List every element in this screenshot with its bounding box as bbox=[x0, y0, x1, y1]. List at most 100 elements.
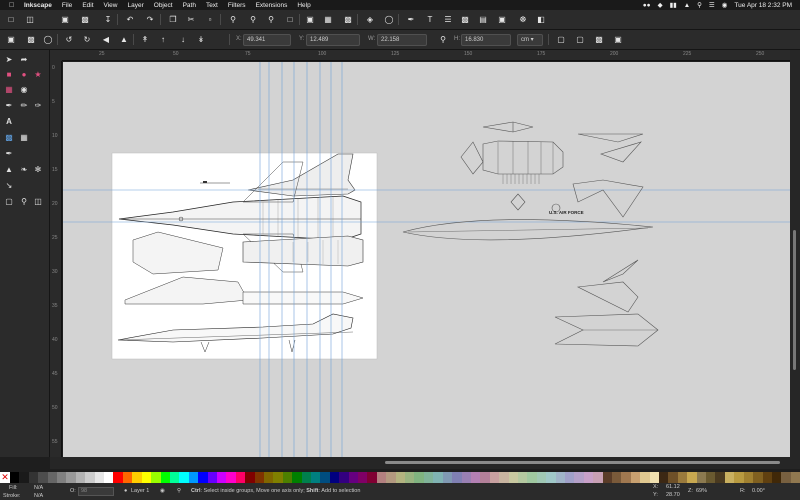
cut-icon[interactable]: ✂ bbox=[186, 14, 196, 24]
palette-swatch[interactable] bbox=[19, 472, 29, 483]
scale-stroke-icon[interactable]: ▢ bbox=[556, 34, 566, 44]
palette-swatch[interactable] bbox=[367, 472, 377, 483]
text-tool-icon[interactable]: A bbox=[4, 116, 14, 126]
palette-swatch[interactable] bbox=[339, 472, 349, 483]
palette-swatch[interactable] bbox=[517, 472, 528, 483]
palette-swatch[interactable] bbox=[593, 472, 603, 483]
palette-swatch[interactable] bbox=[499, 472, 509, 483]
print-icon[interactable]: ▩ bbox=[80, 14, 90, 24]
menu-edit[interactable]: Edit bbox=[77, 2, 98, 9]
traced-parts[interactable] bbox=[402, 121, 659, 347]
search-icon[interactable]: ⚲ bbox=[697, 1, 702, 9]
palette-swatch[interactable] bbox=[442, 472, 453, 483]
palette-swatch[interactable] bbox=[329, 472, 340, 483]
palette-swatch[interactable] bbox=[423, 472, 434, 483]
palette-swatch[interactable] bbox=[179, 472, 189, 483]
x-coordinate-field[interactable]: 49.341 bbox=[243, 34, 291, 46]
copy-icon[interactable]: ❐ bbox=[168, 14, 178, 24]
palette-swatch[interactable] bbox=[470, 472, 481, 483]
palette-swatch[interactable] bbox=[386, 472, 396, 483]
star-tool-icon[interactable]: ★ bbox=[33, 69, 43, 79]
menu-object[interactable]: Object bbox=[149, 2, 178, 9]
raise-icon[interactable]: ↑ bbox=[158, 34, 168, 44]
pen-tool-icon[interactable]: ✒ bbox=[4, 100, 14, 110]
palette-swatch[interactable] bbox=[235, 472, 246, 483]
opacity-field[interactable]: 98 bbox=[78, 487, 114, 496]
palette-swatch[interactable] bbox=[677, 472, 688, 483]
horizontal-scroll-thumb[interactable] bbox=[385, 461, 780, 464]
palette-swatch[interactable] bbox=[122, 472, 133, 483]
palette-swatch[interactable] bbox=[263, 472, 274, 483]
palette-swatch[interactable] bbox=[734, 472, 744, 483]
mesh-tool-icon[interactable]: ▦ bbox=[19, 132, 29, 142]
palette-swatch[interactable] bbox=[254, 472, 264, 483]
shield-icon[interactable]: ◆ bbox=[658, 1, 663, 9]
rectangle-tool-icon[interactable]: ■ bbox=[4, 69, 14, 79]
lock-proportions-icon[interactable]: ⚲ bbox=[438, 34, 448, 44]
zoom-selection-icon[interactable]: ⚲ bbox=[228, 14, 238, 24]
palette-swatch[interactable] bbox=[358, 472, 368, 483]
vertical-ruler[interactable]: 0 5 10 15 20 25 30 35 40 45 50 55 bbox=[50, 61, 62, 457]
palette-swatch[interactable] bbox=[151, 472, 161, 483]
palette-swatch[interactable] bbox=[621, 472, 631, 483]
gradient-tool-icon[interactable]: ▩ bbox=[4, 132, 14, 142]
scale-corners-icon[interactable]: ▢ bbox=[575, 34, 585, 44]
horizontal-ruler[interactable]: 25 50 75 100 125 150 175 200 225 250 bbox=[62, 50, 790, 61]
palette-swatch[interactable] bbox=[762, 472, 772, 483]
tweak-tool-icon[interactable]: ❧ bbox=[19, 164, 29, 174]
palette-swatch[interactable] bbox=[207, 472, 217, 483]
width-field[interactable]: 22.158 bbox=[377, 34, 427, 46]
palette-swatch[interactable] bbox=[555, 472, 565, 483]
height-field[interactable]: 16.830 bbox=[461, 34, 511, 46]
palette-swatch[interactable] bbox=[405, 472, 415, 483]
zoom-tool-icon[interactable]: ⚲ bbox=[19, 196, 29, 206]
palette-swatch[interactable] bbox=[273, 472, 283, 483]
palette-swatch[interactable] bbox=[790, 472, 800, 483]
palette-swatch[interactable] bbox=[320, 472, 330, 483]
connector-tool-icon[interactable]: ↘ bbox=[4, 180, 14, 190]
menu-help[interactable]: Help bbox=[292, 2, 315, 9]
select-all-layers-icon[interactable]: ▩ bbox=[26, 34, 36, 44]
redo-icon[interactable]: ↷ bbox=[145, 14, 155, 24]
node-tool-icon[interactable]: ➦ bbox=[19, 54, 29, 64]
clone-icon[interactable]: ▦ bbox=[323, 14, 333, 24]
palette-swatch[interactable] bbox=[564, 472, 575, 483]
pencil-tool-icon[interactable]: ✏ bbox=[19, 100, 29, 110]
palette-swatch[interactable] bbox=[28, 472, 39, 483]
creative-cloud-icon[interactable]: ●● bbox=[643, 2, 651, 9]
layer-name[interactable]: Layer 1 bbox=[131, 488, 149, 494]
palette-swatch[interactable] bbox=[706, 472, 716, 483]
palette-swatch[interactable] bbox=[245, 472, 255, 483]
rotate-ccw-icon[interactable]: ↺ bbox=[64, 34, 74, 44]
stroke-value[interactable]: N/A bbox=[34, 493, 43, 499]
menu-layer[interactable]: Layer bbox=[123, 2, 149, 9]
y-coordinate-field[interactable]: 12.489 bbox=[306, 34, 360, 46]
unit-select[interactable]: cm ▾ bbox=[517, 34, 543, 46]
menu-file[interactable]: File bbox=[57, 2, 77, 9]
palette-swatch[interactable] bbox=[292, 472, 302, 483]
palette-swatch[interactable] bbox=[602, 472, 612, 483]
rotate-cw-icon[interactable]: ↻ bbox=[82, 34, 92, 44]
eye-icon[interactable]: ◉ bbox=[160, 488, 165, 494]
palette-swatch[interactable] bbox=[687, 472, 697, 483]
palette-swatch[interactable] bbox=[753, 472, 763, 483]
palette-swatch[interactable] bbox=[198, 472, 208, 483]
no-paint-swatch[interactable]: ✕ bbox=[0, 472, 10, 483]
menu-app-name[interactable]: Inkscape bbox=[19, 2, 57, 9]
group-icon[interactable]: ◈ bbox=[365, 14, 375, 24]
menu-extensions[interactable]: Extensions bbox=[251, 2, 293, 9]
palette-swatch[interactable] bbox=[546, 472, 556, 483]
lock-icon[interactable]: ⚲ bbox=[177, 488, 181, 494]
open-file-icon[interactable]: ◫ bbox=[25, 14, 35, 24]
zoom-value[interactable]: 69% bbox=[696, 488, 707, 494]
flip-horizontal-icon[interactable]: ◀ bbox=[101, 34, 111, 44]
palette-swatch[interactable] bbox=[141, 472, 152, 483]
palette-swatch[interactable] bbox=[696, 472, 707, 483]
palette-swatch[interactable] bbox=[743, 472, 754, 483]
select-all-icon[interactable]: ▣ bbox=[6, 34, 16, 44]
ellipse-tool-icon[interactable]: ● bbox=[19, 69, 29, 79]
menu-view[interactable]: View bbox=[99, 2, 123, 9]
fill-stroke-icon[interactable]: ✒ bbox=[406, 14, 416, 24]
drawing-canvas[interactable]: U.S. AIR FORCE bbox=[63, 62, 790, 457]
spiral-tool-icon[interactable]: ◉ bbox=[19, 84, 29, 94]
